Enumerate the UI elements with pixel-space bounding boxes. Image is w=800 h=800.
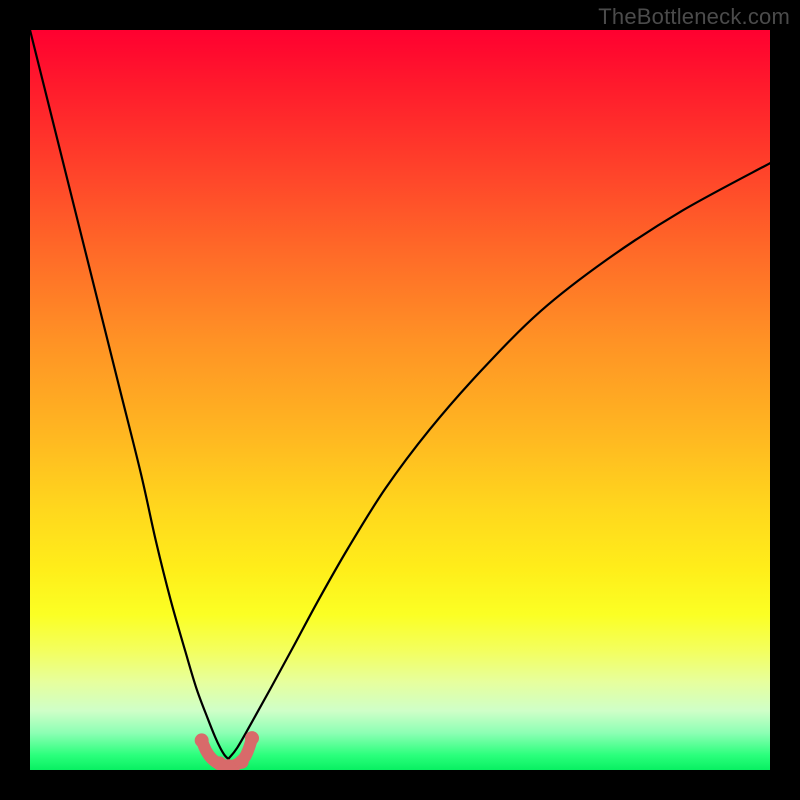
bottleneck-curve-left: [30, 30, 228, 759]
watermark-text: TheBottleneck.com: [598, 4, 790, 30]
bottleneck-curve-right: [228, 163, 770, 759]
chart-frame: TheBottleneck.com: [0, 0, 800, 800]
curve-layer: [30, 30, 770, 770]
valley-marker-dot: [235, 755, 249, 769]
valley-marker-dot: [195, 733, 209, 747]
valley-marker-dot: [245, 731, 259, 745]
plot-area: [30, 30, 770, 770]
